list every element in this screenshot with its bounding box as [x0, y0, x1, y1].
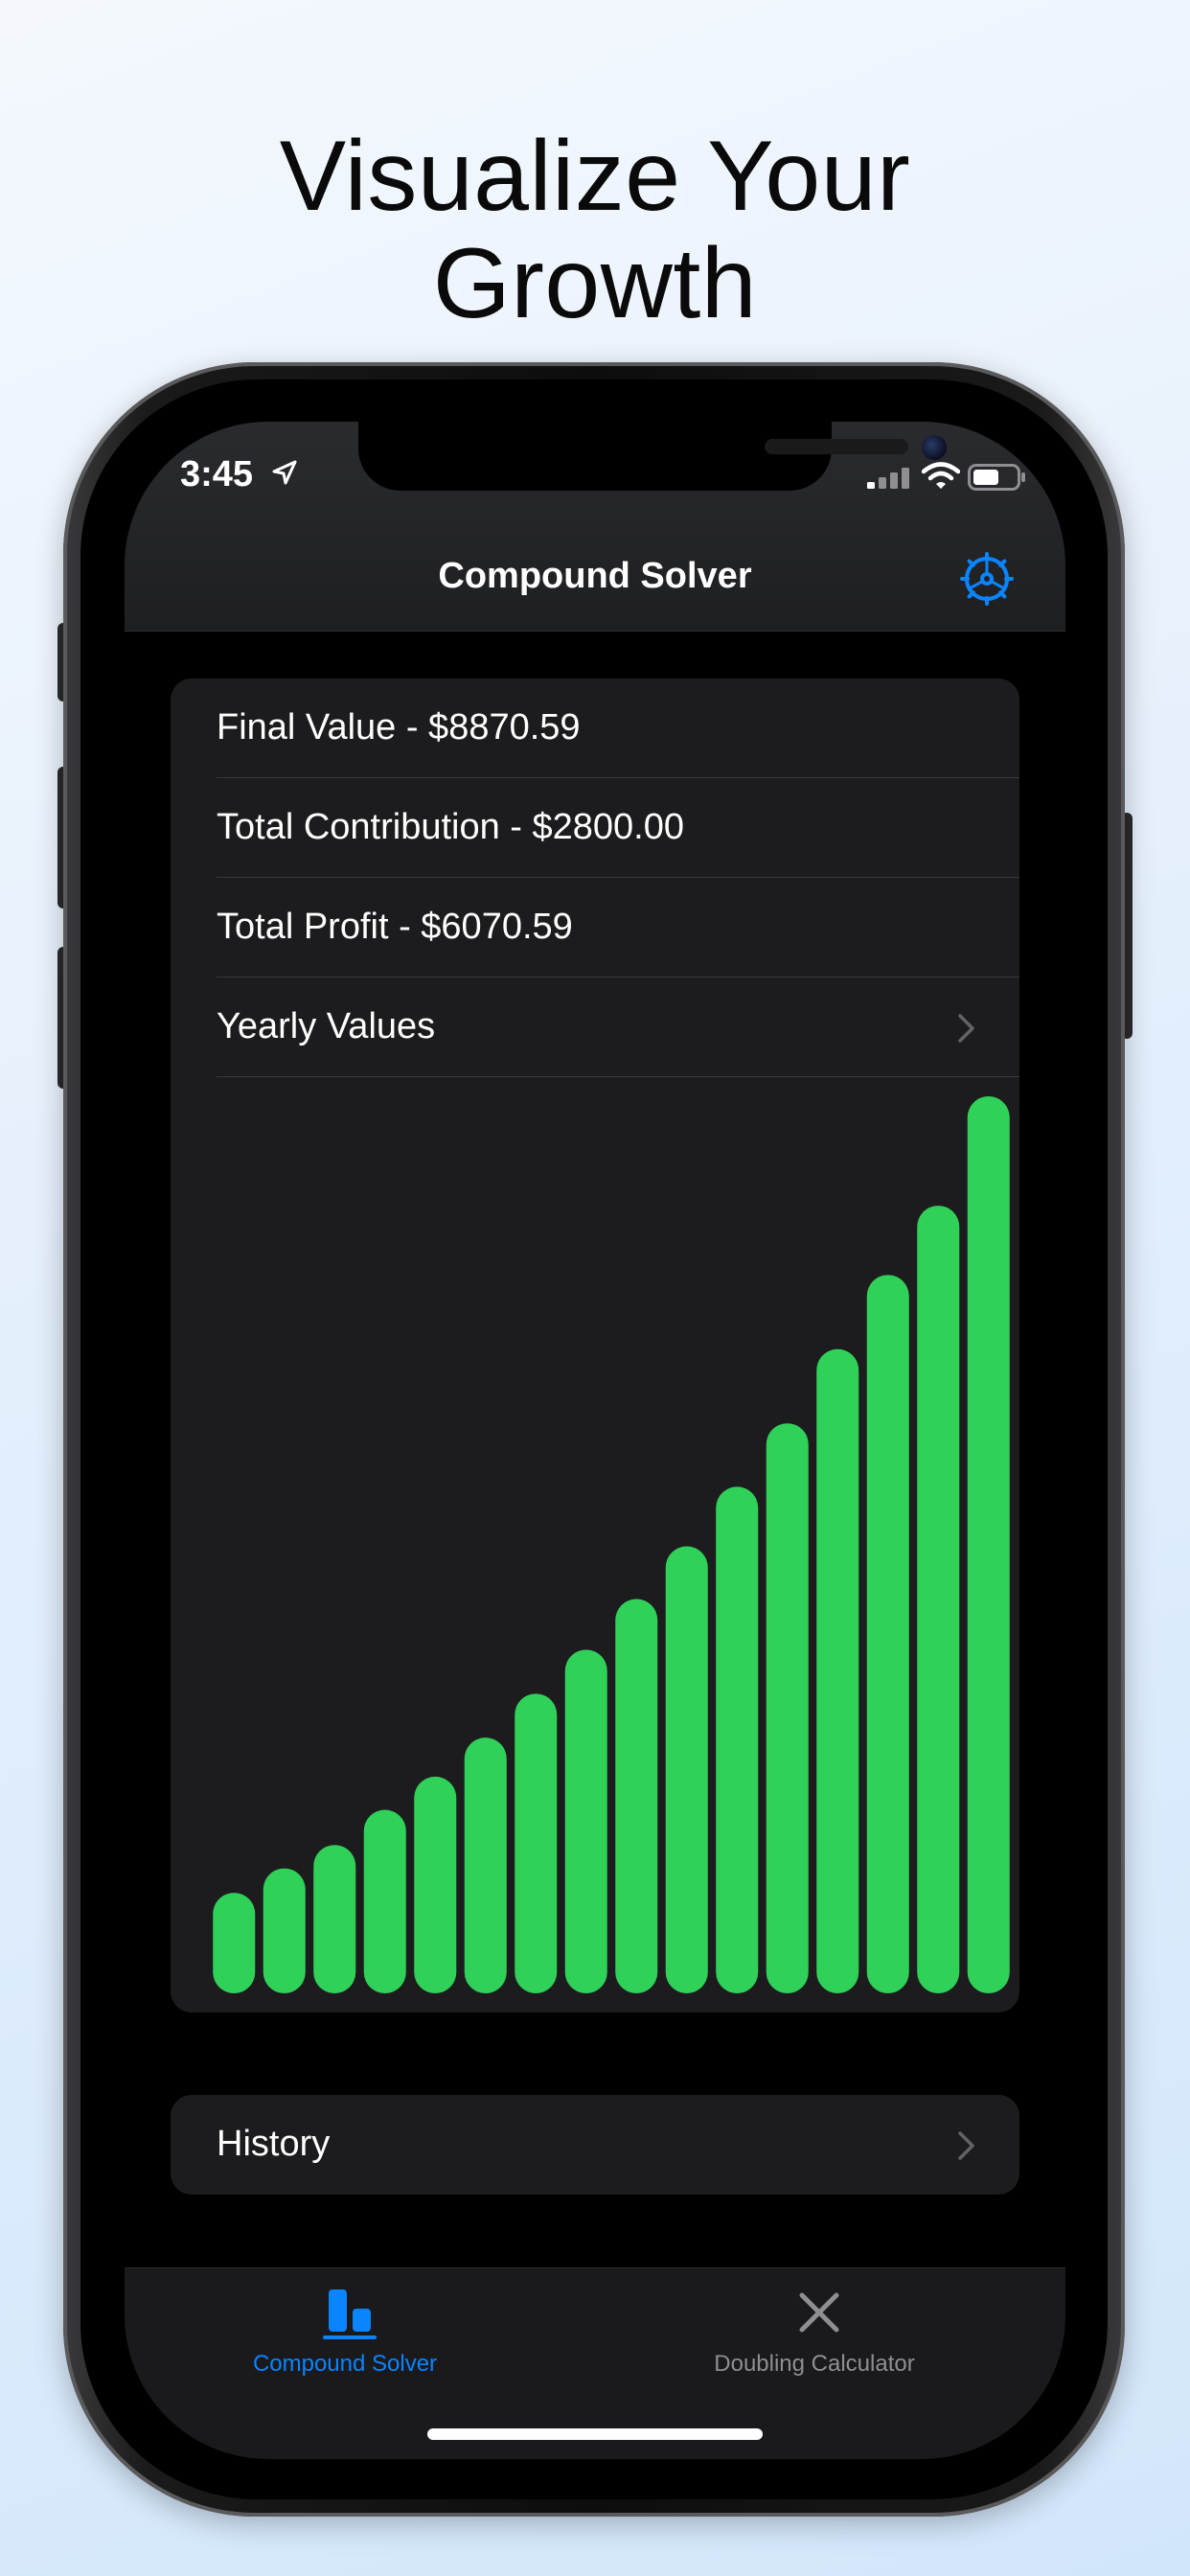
- total-contribution-label: Total Contribution - $2800.00: [217, 807, 684, 847]
- headline: Visualize Your Growth: [0, 123, 1190, 337]
- notch: [358, 422, 947, 491]
- settings-gear-icon[interactable]: [958, 550, 1016, 608]
- tab-doubling-calculator[interactable]: Doubling Calculator: [671, 2268, 958, 2403]
- chart-bar-year-5: [414, 1776, 457, 1993]
- history-label: History: [217, 2124, 331, 2164]
- chart-bar-year-9: [615, 1598, 658, 1993]
- home-indicator[interactable]: [427, 2428, 763, 2440]
- chart-bar-year-16: [967, 1096, 1010, 1993]
- tab-label: Compound Solver: [252, 2351, 438, 2377]
- chart-bar-year-10: [665, 1546, 708, 1993]
- navigation-bar: 3:45 Compound Solver: [125, 422, 1065, 632]
- yearly-values-row[interactable]: Yearly Values: [171, 978, 1019, 1077]
- chart-bar-year-14: [866, 1275, 909, 1993]
- row-divider: [217, 1076, 1019, 1077]
- wifi-icon: [922, 462, 960, 489]
- chart-bar-year-6: [464, 1737, 507, 1993]
- final-value-row: Final Value - $8870.59: [171, 678, 1019, 778]
- tab-label: Doubling Calculator: [714, 2351, 915, 2377]
- chart-bar-year-15: [917, 1206, 960, 1993]
- front-camera: [922, 435, 947, 460]
- chevron-right-icon: [958, 2131, 974, 2160]
- chart-bar-year-8: [564, 1649, 607, 1993]
- bar-chart-icon: [323, 2289, 377, 2339]
- results-card: Final Value - $8870.59 Total Contributio…: [171, 678, 1019, 2012]
- chart-bar-year-1: [213, 1893, 256, 1993]
- tab-compound-solver[interactable]: Compound Solver: [201, 2268, 489, 2403]
- battery-icon: [968, 464, 1025, 491]
- chart-bar-year-13: [816, 1348, 859, 1993]
- final-value-label: Final Value - $8870.59: [217, 707, 581, 748]
- chart-bar-year-2: [263, 1868, 306, 1993]
- earpiece-speaker: [765, 439, 908, 454]
- yearly-values-label: Yearly Values: [217, 1006, 436, 1046]
- location-arrow-icon: [272, 460, 297, 485]
- total-profit-label: Total Profit - $6070.59: [217, 907, 573, 947]
- chart-bar-year-11: [716, 1486, 759, 1993]
- chart-bar-year-3: [313, 1845, 356, 1993]
- history-row[interactable]: History: [171, 2095, 1019, 2195]
- headline-line-2: Growth: [432, 228, 758, 339]
- total-contribution-row: Total Contribution - $2800.00: [171, 778, 1019, 878]
- page-title: Compound Solver: [438, 556, 752, 596]
- chart-bar-year-4: [363, 1809, 406, 1993]
- total-profit-row: Total Profit - $6070.59: [171, 878, 1019, 978]
- chevron-right-icon: [958, 1014, 974, 1043]
- growth-bar-chart: [213, 1096, 1010, 1993]
- close-x-icon: [799, 2292, 839, 2333]
- headline-line-1: Visualize Your: [279, 121, 911, 232]
- chart-bar-year-12: [766, 1423, 809, 1993]
- chart-bar-year-7: [515, 1693, 558, 1993]
- phone-screen: 3:45 Compound Solver Final Value - $8870…: [125, 422, 1065, 2459]
- cellular-signal-icon: [867, 468, 909, 489]
- status-time: 3:45: [180, 454, 254, 494]
